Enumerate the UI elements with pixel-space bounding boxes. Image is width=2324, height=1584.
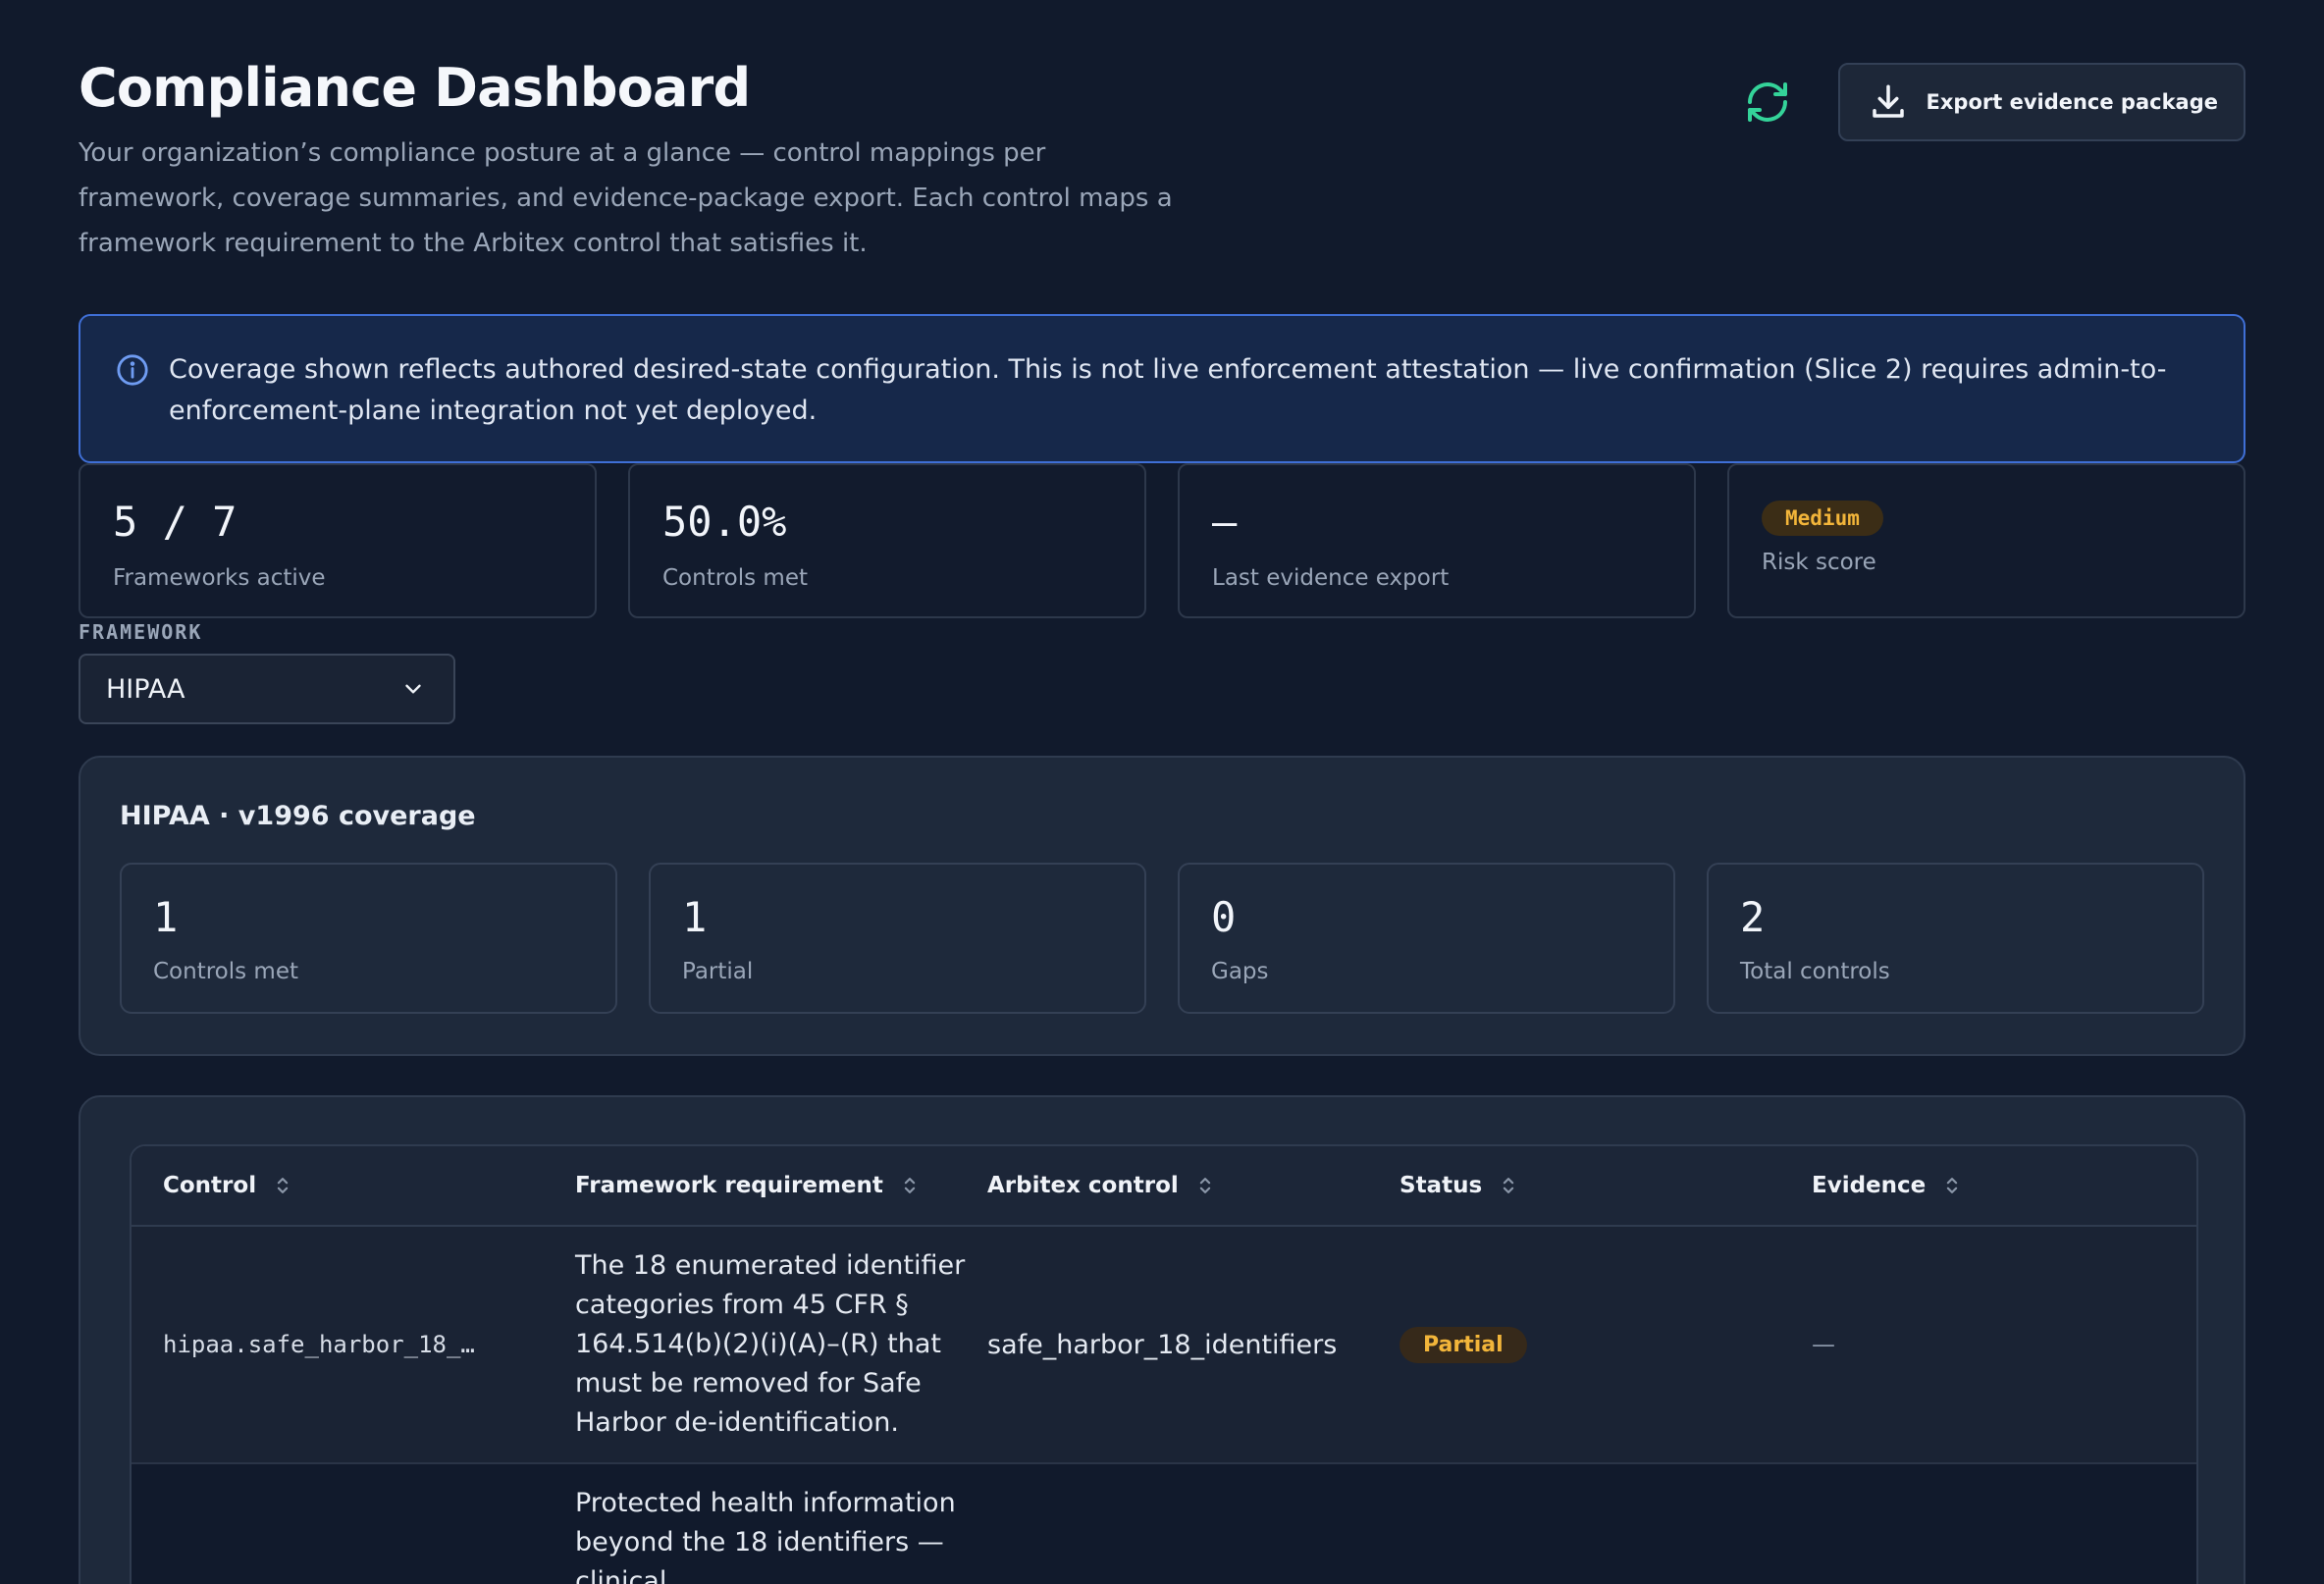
sort-icon xyxy=(1503,1178,1514,1193)
cell-evidence: — xyxy=(1812,1331,1835,1358)
coverage-value: 0 xyxy=(1211,893,1237,941)
sort-icon xyxy=(277,1178,289,1193)
table-row[interactable]: hipaa.safe_harbor_18_… The 18 enumerated… xyxy=(132,1227,2196,1464)
framework-label: FRAMEWORK xyxy=(79,620,203,644)
chevron-down-icon xyxy=(405,684,421,694)
framework-selected-value: HIPAA xyxy=(106,673,185,705)
stat-last-export: — Last evidence export xyxy=(1178,463,1696,618)
page-subtitle: Your organization’s compliance posture a… xyxy=(79,138,1173,258)
table-row[interactable]: Protected health information beyond the … xyxy=(132,1464,2196,1584)
coverage-panel: HIPAA · v1996 coverage 1 Controls met 1 … xyxy=(79,756,2245,1056)
column-header-arbitex-control[interactable]: Arbitex control xyxy=(987,1173,1400,1198)
coverage-label: Gaps xyxy=(1211,959,1269,984)
header-actions: Export evidence package xyxy=(1740,63,2245,141)
stat-value: 5 / 7 xyxy=(113,498,238,546)
sort-icon xyxy=(1199,1178,1210,1193)
column-label: Status xyxy=(1400,1173,1483,1198)
page-header: Compliance Dashboard Your organization’s… xyxy=(79,57,2245,273)
sort-icon xyxy=(1947,1178,1958,1193)
stat-risk-score: Medium Risk score xyxy=(1727,463,2245,618)
controls-table-panel: Control Framework requirement Arbitex co… xyxy=(79,1095,2245,1584)
cell-requirement: Protected health information beyond the … xyxy=(575,1488,956,1584)
coverage-label: Total controls xyxy=(1740,959,1890,984)
stat-controls-met: 50.0% Controls met xyxy=(628,463,1146,618)
stat-frameworks-active: 5 / 7 Frameworks active xyxy=(79,463,597,618)
framework-select[interactable]: HIPAA xyxy=(79,654,455,724)
coverage-label: Controls met xyxy=(153,959,299,984)
coverage-value: 1 xyxy=(153,893,179,941)
column-label: Control xyxy=(163,1173,257,1198)
cell-control-id: hipaa.safe_harbor_18_… xyxy=(163,1331,475,1358)
controls-table: Control Framework requirement Arbitex co… xyxy=(130,1144,2198,1584)
coverage-value: 2 xyxy=(1740,893,1766,941)
stat-label: Controls met xyxy=(662,565,809,591)
coverage-title: HIPAA · v1996 coverage xyxy=(120,801,476,831)
column-header-control[interactable]: Control xyxy=(163,1173,575,1198)
summary-stats: 5 / 7 Frameworks active 50.0% Controls m… xyxy=(79,463,2245,618)
column-label: Arbitex control xyxy=(987,1173,1179,1198)
export-evidence-button[interactable]: Export evidence package xyxy=(1837,63,2245,141)
stat-label: Last evidence export xyxy=(1212,565,1450,591)
coverage-card-partial: 1 Partial xyxy=(649,863,1146,1014)
cell-requirement: The 18 enumerated identifier categories … xyxy=(575,1250,966,1438)
coverage-cards: 1 Controls met 1 Partial 0 Gaps 2 Total … xyxy=(120,863,2204,1014)
status-badge: Partial xyxy=(1400,1326,1527,1363)
coverage-label: Partial xyxy=(682,959,754,984)
stat-value: — xyxy=(1212,498,1238,546)
column-header-requirement[interactable]: Framework requirement xyxy=(575,1173,987,1198)
sort-icon xyxy=(904,1178,916,1193)
coverage-value: 1 xyxy=(682,893,708,941)
table-header: Control Framework requirement Arbitex co… xyxy=(132,1146,2196,1227)
notice-text: Coverage shown reflects authored desired… xyxy=(169,354,2167,426)
stat-label: Frameworks active xyxy=(113,565,326,591)
download-icon xyxy=(1872,84,1904,118)
coverage-card-total: 2 Total controls xyxy=(1707,863,2204,1014)
export-button-label: Export evidence package xyxy=(1926,90,2218,114)
cell-control-id xyxy=(163,1484,575,1584)
coverage-card-gaps: 0 Gaps xyxy=(1178,863,1675,1014)
column-label: Evidence xyxy=(1812,1173,1927,1198)
refresh-icon xyxy=(1747,82,1787,122)
coverage-notice: Coverage shown reflects authored desired… xyxy=(79,314,2245,463)
column-label: Framework requirement xyxy=(575,1173,883,1198)
column-header-status[interactable]: Status xyxy=(1400,1173,1812,1198)
stat-label: Risk score xyxy=(1762,550,1876,575)
refresh-button[interactable] xyxy=(1740,75,1795,130)
info-icon xyxy=(117,354,148,386)
column-header-evidence[interactable]: Evidence xyxy=(1812,1173,1961,1198)
risk-badge: Medium xyxy=(1762,501,1883,536)
cell-arbitex-control: safe_harbor_18_identifiers xyxy=(987,1329,1338,1360)
stat-value: 50.0% xyxy=(662,498,787,546)
cell-status: Partial xyxy=(1400,1326,1812,1363)
coverage-card-met: 1 Controls met xyxy=(120,863,617,1014)
